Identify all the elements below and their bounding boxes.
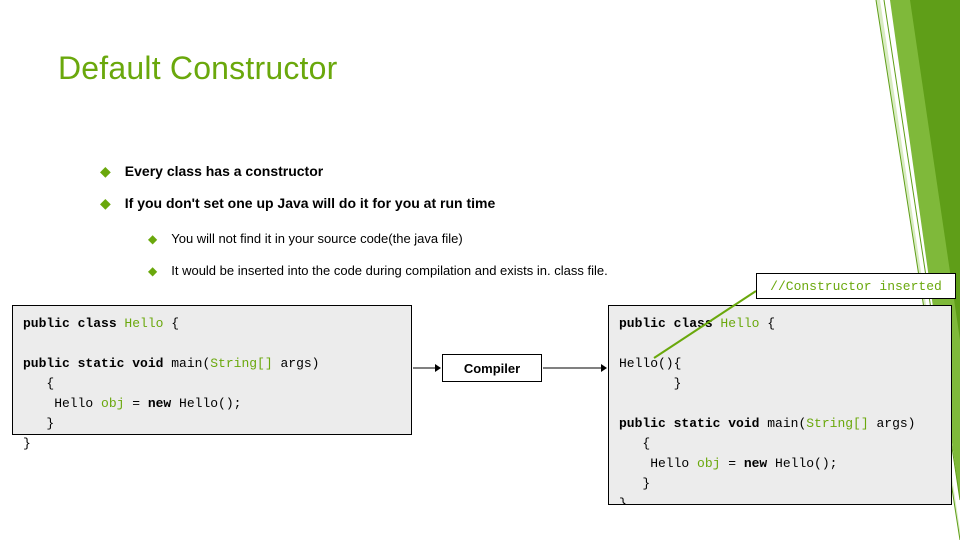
annotation-constructor-inserted: //Constructor inserted: [756, 273, 956, 299]
code-box-before: public class Hello { public static void …: [12, 305, 412, 435]
bullet-icon: ◆: [100, 192, 111, 214]
compiler-label: Compiler: [442, 354, 542, 382]
arrow-icon: [413, 361, 441, 375]
bullet-icon: ◆: [148, 260, 157, 282]
arrow-icon: [543, 361, 607, 375]
bullet-icon: ◆: [148, 228, 157, 250]
slide-title: Default Constructor: [58, 50, 337, 87]
bullet-icon: ◆: [100, 160, 111, 182]
bullet-text: Every class has a constructor: [125, 160, 323, 182]
annotation-connector: [650, 286, 760, 371]
bullet-list: ◆ Every class has a constructor ◆ If you…: [100, 160, 840, 292]
bullet-text: You will not find it in your source code…: [171, 228, 462, 250]
bullet-text: If you don't set one up Java will do it …: [125, 192, 495, 214]
bullet-text: It would be inserted into the code durin…: [171, 260, 607, 282]
